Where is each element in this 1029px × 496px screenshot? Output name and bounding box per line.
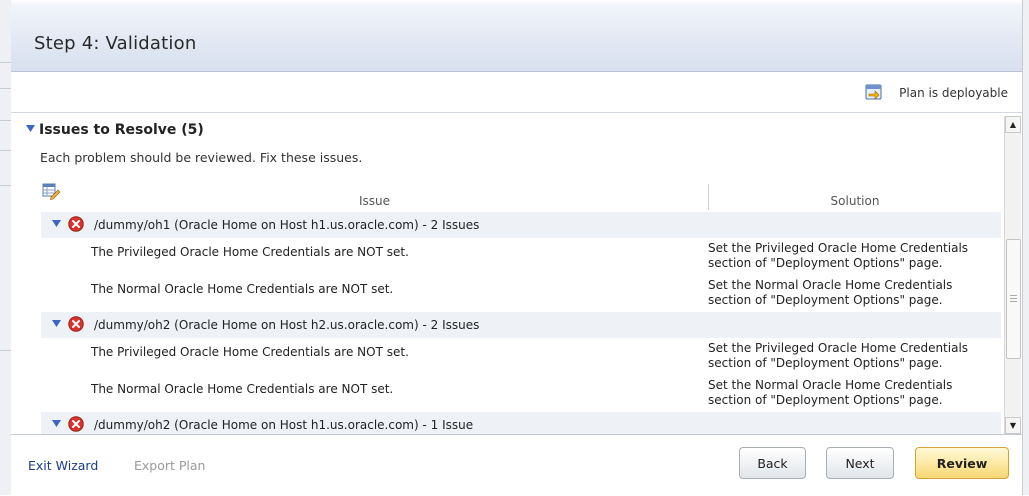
solution-line: section of "Deployment Options" page. [708,293,943,307]
solution-line: Set the Normal Oracle Home Credentials [708,378,953,392]
solution-line: section of "Deployment Options" page. [708,356,943,370]
solution-column-header[interactable]: Solution [709,194,1001,208]
issue-text: The Normal Oracle Home Credentials are N… [91,382,394,396]
solution-line: Set the Privileged Oracle Home Credentia… [708,341,969,355]
scroll-up-button[interactable]: ▲ [1005,116,1021,133]
next-button[interactable]: Next [826,447,894,479]
wizard-panel: Step 4: Validation Plan is deployable Is… [11,0,1022,496]
solution-text: Set the Privileged Oracle Home Credentia… [708,341,996,371]
collapse-triangle-icon[interactable] [51,218,62,232]
group-row[interactable]: /dummy/oh2 (Oracle Home on Host h1.us.or… [41,412,1001,434]
solution-line: section of "Deployment Options" page. [708,256,943,270]
deploy-plan-icon[interactable] [865,83,883,104]
wizard-header: Step 4: Validation [11,0,1022,72]
section-header[interactable]: Issues to Resolve (5) [25,122,204,138]
error-icon [68,415,84,435]
table-row[interactable]: The Privileged Oracle Home Credentials a… [41,338,1001,376]
solution-text: Set the Normal Oracle Home Credentials s… [708,278,996,308]
export-plan-link: Export Plan [134,458,206,473]
section-description: Each problem should be reviewed. Fix the… [40,150,363,165]
issue-text: The Normal Oracle Home Credentials are N… [91,282,394,296]
deploy-status-label: Plan is deployable [899,86,1008,100]
right-frame-edge [1022,0,1029,495]
issue-column-header[interactable]: Issue [41,194,708,208]
page-title: Step 4: Validation [34,33,197,54]
solution-text: Set the Normal Oracle Home Credentials s… [708,378,996,408]
group-label: /dummy/oh1 (Oracle Home on Host h1.us.or… [94,218,480,232]
table-header: Issue Solution [41,181,1001,213]
error-icon [68,215,84,235]
scrollbar-thumb[interactable] [1006,239,1021,359]
scroll-down-button[interactable]: ▼ [1005,417,1021,434]
group-label: /dummy/oh2 (Oracle Home on Host h1.us.or… [94,418,474,432]
solution-line: Set the Normal Oracle Home Credentials [708,278,953,292]
table-row[interactable]: The Normal Oracle Home Credentials are N… [41,375,1001,413]
issue-text: The Privileged Oracle Home Credentials a… [91,245,409,259]
collapse-triangle-icon[interactable] [51,318,62,332]
issue-text: The Privileged Oracle Home Credentials a… [91,345,409,359]
solution-text: Set the Privileged Oracle Home Credentia… [708,241,996,271]
group-label: /dummy/oh2 (Oracle Home on Host h2.us.or… [94,318,480,332]
table-row[interactable]: The Privileged Oracle Home Credentials a… [41,238,1001,276]
solution-line: Set the Privileged Oracle Home Credentia… [708,241,969,255]
section-title: Issues to Resolve (5) [39,122,204,138]
vertical-scrollbar[interactable]: ▲ ▼ [1004,116,1021,434]
error-icon [68,315,84,335]
solution-line: section of "Deployment Options" page. [708,393,943,407]
back-button[interactable]: Back [739,447,806,479]
issues-scroll-area[interactable]: Issues to Resolve (5) Each problem shoul… [11,113,1022,434]
collapse-triangle-icon[interactable] [51,418,62,432]
group-row[interactable]: /dummy/oh2 (Oracle Home on Host h2.us.or… [41,312,1001,339]
group-row[interactable]: /dummy/oh1 (Oracle Home on Host h1.us.or… [41,212,1001,239]
table-row[interactable]: The Normal Oracle Home Credentials are N… [41,275,1001,313]
wizard-footer: Exit Wizard Export Plan Back Next Review [11,434,1022,496]
exit-wizard-link[interactable]: Exit Wizard [28,458,98,473]
collapse-triangle-icon[interactable] [25,123,36,137]
deploy-status: Plan is deployable [865,83,1008,103]
review-button[interactable]: Review [915,447,1009,479]
